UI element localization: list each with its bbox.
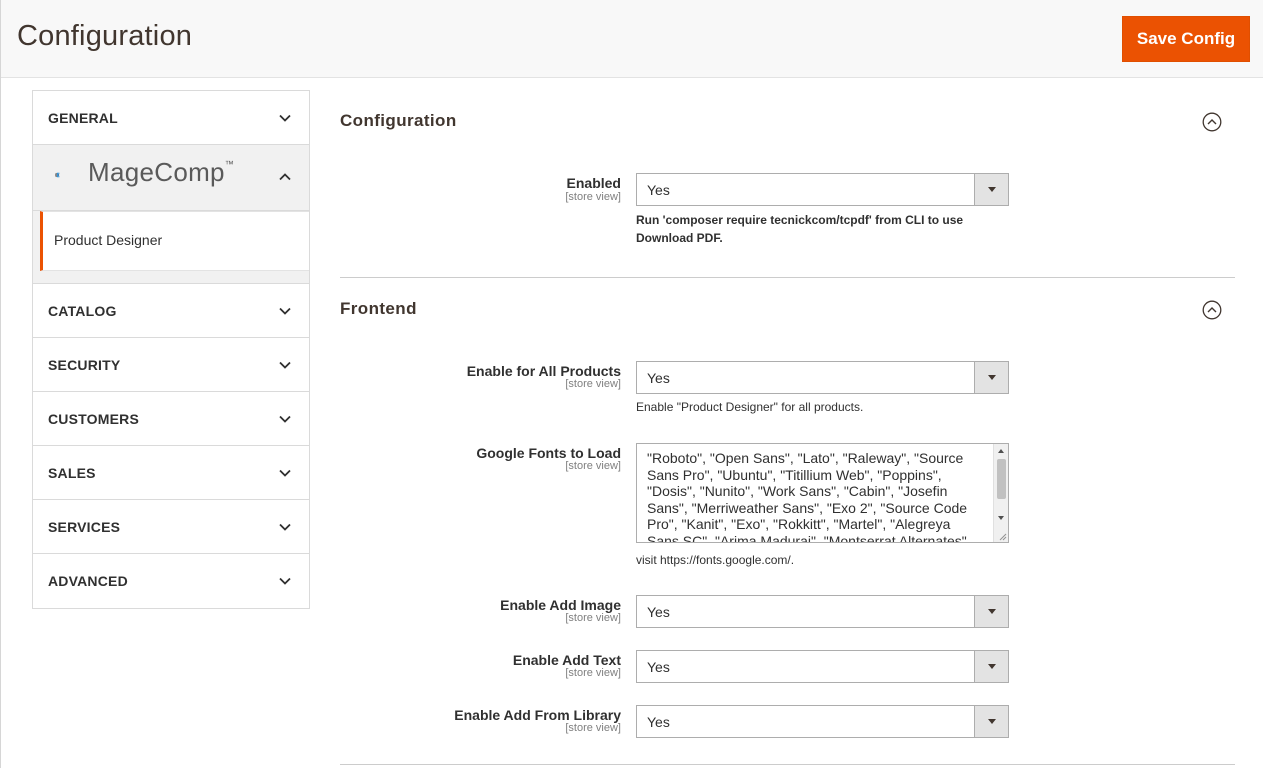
collapse-circle-icon[interactable] bbox=[1202, 112, 1222, 132]
sidebar-tab-label: ADVANCED bbox=[48, 573, 128, 589]
field-label-enabled: Enabled bbox=[566, 175, 621, 191]
field-scope: [store view] bbox=[565, 612, 621, 624]
scroll-down-icon[interactable] bbox=[998, 516, 1004, 520]
scroll-up-icon[interactable] bbox=[998, 449, 1004, 453]
sidebar-subitems: Product Designer bbox=[33, 211, 309, 284]
select-arrow-icon bbox=[974, 706, 1008, 737]
field-scope: [store view] bbox=[565, 191, 621, 203]
chevron-down-icon bbox=[279, 415, 291, 423]
field-label-add-library: Enable Add From Library bbox=[454, 707, 621, 723]
field-scope: [store view] bbox=[565, 722, 621, 734]
sidebar-tab-catalog[interactable]: CATALOG bbox=[33, 284, 309, 338]
sidebar-item-label: Product Designer bbox=[54, 232, 163, 248]
field-scope: [store view] bbox=[565, 460, 621, 472]
section-divider bbox=[340, 764, 1235, 765]
page-title: Configuration bbox=[17, 20, 193, 52]
textarea-value: "Roboto", "Open Sans", "Lato", "Raleway"… bbox=[647, 450, 968, 543]
enable-add-text-select[interactable]: Yes bbox=[636, 650, 1009, 683]
chevron-down-icon bbox=[279, 577, 291, 585]
select-arrow-icon bbox=[974, 174, 1008, 205]
enable-add-image-select[interactable]: Yes bbox=[636, 595, 1009, 628]
collapse-circle-icon[interactable] bbox=[1202, 300, 1222, 320]
save-config-button[interactable]: Save Config bbox=[1122, 16, 1250, 62]
section-divider bbox=[340, 277, 1235, 278]
sidebar-tab-general[interactable]: GENERAL bbox=[33, 91, 309, 145]
select-value: Yes bbox=[647, 604, 670, 620]
chevron-down-icon bbox=[279, 469, 291, 477]
sidebar-tab-magecomp[interactable]: MageComp™ bbox=[33, 145, 309, 211]
magecomp-logo-icon bbox=[55, 172, 60, 178]
section-frontend-header[interactable]: Frontend bbox=[340, 298, 1235, 324]
chevron-down-icon bbox=[279, 523, 291, 531]
sidebar-tab-sales[interactable]: SALES bbox=[33, 446, 309, 500]
sidebar-tab-advanced[interactable]: ADVANCED bbox=[33, 554, 309, 608]
scroll-thumb[interactable] bbox=[997, 459, 1006, 499]
chevron-down-icon bbox=[279, 114, 291, 122]
section-configuration-header[interactable]: Configuration bbox=[340, 110, 1235, 136]
resize-grip-icon[interactable] bbox=[998, 532, 1007, 541]
sidebar-tab-label: CATALOG bbox=[48, 303, 117, 319]
field-scope: [store view] bbox=[565, 378, 621, 390]
select-value: Yes bbox=[647, 182, 670, 198]
sidebar-tab-security[interactable]: SECURITY bbox=[33, 338, 309, 392]
field-note: visit https://fonts.google.com/. bbox=[636, 553, 795, 567]
section-title: Configuration bbox=[340, 111, 457, 130]
field-label-add-text: Enable Add Text bbox=[512, 652, 621, 668]
chevron-down-icon bbox=[279, 361, 291, 369]
section-title: Frontend bbox=[340, 299, 417, 318]
textarea-scrollbar[interactable] bbox=[993, 444, 1008, 542]
field-label-enable-all: Enable for All Products bbox=[466, 363, 621, 379]
sidebar-tab-customers[interactable]: CUSTOMERS bbox=[33, 392, 309, 446]
sidebar-tab-label: CUSTOMERS bbox=[48, 411, 139, 427]
enable-add-from-library-select[interactable]: Yes bbox=[636, 705, 1009, 738]
field-note: Enable "Product Designer" for all produc… bbox=[636, 400, 864, 414]
sidebar-tab-services[interactable]: SERVICES bbox=[33, 500, 309, 554]
enable-all-products-select[interactable]: Yes bbox=[636, 361, 1009, 394]
select-arrow-icon bbox=[974, 651, 1008, 682]
select-value: Yes bbox=[647, 659, 670, 675]
sidebar-tab-label: SALES bbox=[48, 465, 96, 481]
select-value: Yes bbox=[647, 370, 670, 386]
chevron-up-icon bbox=[279, 173, 291, 181]
field-note: Run 'composer require tecnickcom/tcpdf' … bbox=[636, 213, 964, 245]
google-fonts-textarea[interactable]: "Roboto", "Open Sans", "Lato", "Raleway"… bbox=[636, 443, 1009, 543]
sidebar-item-product-designer[interactable]: Product Designer bbox=[40, 211, 309, 271]
field-label-google-fonts: Google Fonts to Load bbox=[476, 445, 621, 461]
field-label-add-image: Enable Add Image bbox=[500, 597, 621, 613]
chevron-down-icon bbox=[279, 307, 291, 315]
select-arrow-icon bbox=[974, 596, 1008, 627]
sidebar-tab-label: SERVICES bbox=[48, 519, 121, 535]
brand-name: MageComp™ bbox=[88, 157, 235, 187]
sidebar-tab-label: SECURITY bbox=[48, 357, 121, 373]
field-scope: [store view] bbox=[565, 667, 621, 679]
page-header: Configuration Save Config bbox=[1, 0, 1263, 78]
select-value: Yes bbox=[647, 714, 670, 730]
enabled-select[interactable]: Yes bbox=[636, 173, 1009, 206]
config-sidebar: GENERAL MageComp™ Product Designer CATAL… bbox=[32, 90, 310, 609]
select-arrow-icon bbox=[974, 362, 1008, 393]
sidebar-tab-label: GENERAL bbox=[48, 110, 118, 126]
